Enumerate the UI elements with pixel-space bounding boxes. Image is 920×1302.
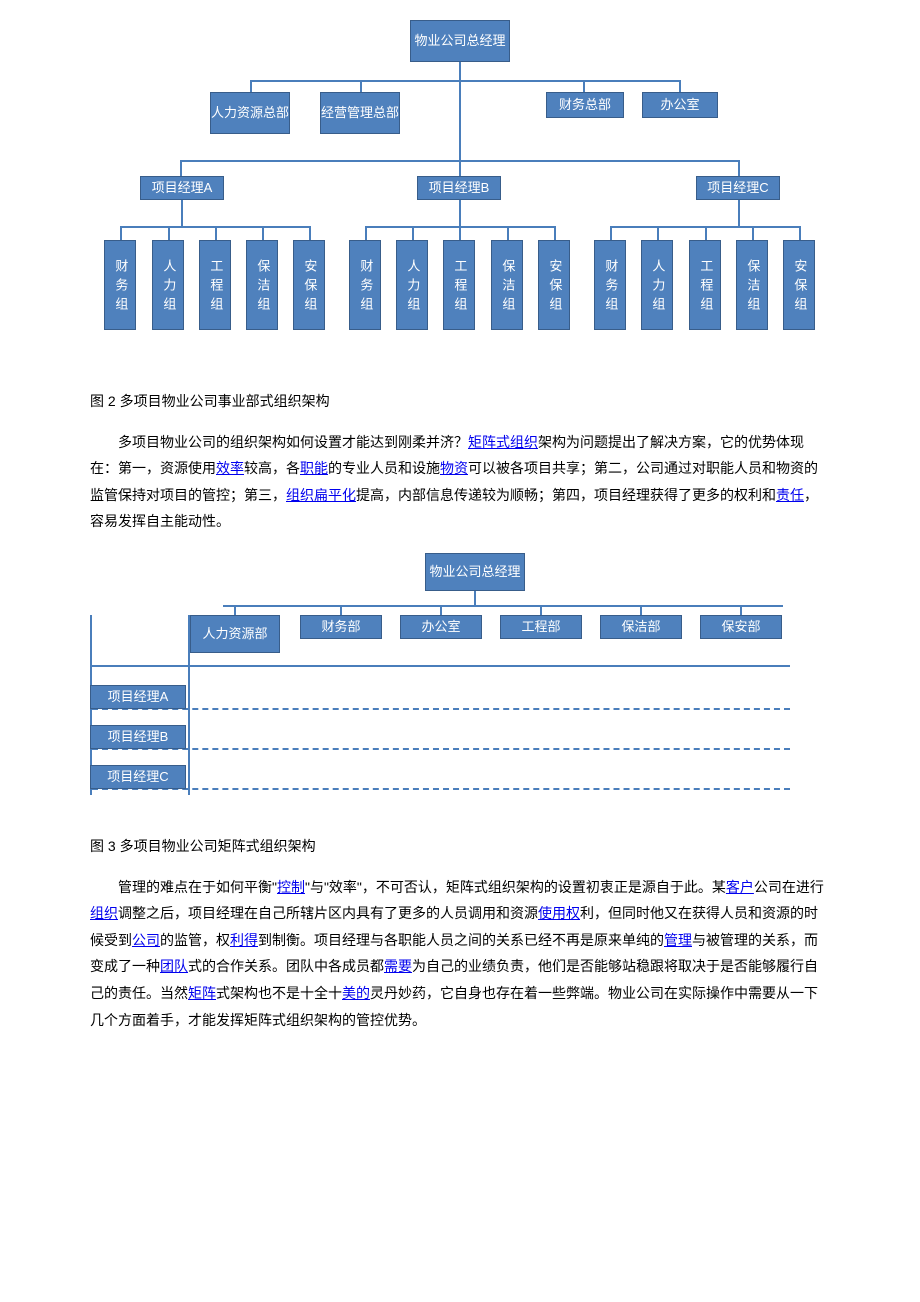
org-b-eng: 工程组	[443, 240, 475, 330]
figure3-matrixchart: 物业公司总经理 人力资源部 财务部 办公室 工程部 保洁部 保安部 项目经理A …	[90, 553, 830, 803]
link-management[interactable]: 管理	[664, 932, 692, 948]
link-team[interactable]: 团队	[160, 958, 188, 974]
figure3-caption: 图 3 多项目物业公司矩阵式组织架构	[90, 833, 830, 860]
org-ops: 经营管理总部	[320, 92, 400, 134]
org-finance: 财务总部	[546, 92, 624, 118]
org-b-sec: 安保组	[538, 240, 570, 330]
matrix-dept-clean: 保洁部	[600, 615, 682, 639]
link-flat-org[interactable]: 组织扁平化	[286, 487, 356, 503]
org-b-hr: 人力组	[396, 240, 428, 330]
matrix-pmA: 项目经理A	[90, 685, 186, 709]
link-duty[interactable]: 责任	[776, 487, 804, 503]
link-function[interactable]: 职能	[300, 460, 328, 476]
matrix-dept-finance: 财务部	[300, 615, 382, 639]
org-b-fin: 财务组	[349, 240, 381, 330]
matrix-dept-sec: 保安部	[700, 615, 782, 639]
org-a-clean: 保洁组	[246, 240, 278, 330]
link-mei[interactable]: 美的	[342, 985, 370, 1001]
org-a-hr: 人力组	[152, 240, 184, 330]
org-c-sec: 安保组	[783, 240, 815, 330]
link-customer[interactable]: 客户	[726, 879, 754, 895]
org-c-clean: 保洁组	[736, 240, 768, 330]
org-office: 办公室	[642, 92, 718, 118]
matrix-pmB: 项目经理B	[90, 725, 186, 749]
org-a-sec: 安保组	[293, 240, 325, 330]
org-c-hr: 人力组	[641, 240, 673, 330]
link-organization[interactable]: 组织	[90, 905, 118, 921]
paragraph-1: 多项目物业公司的组织架构如何设置才能达到刚柔并济？矩阵式组织架构为问题提出了解决…	[90, 429, 830, 535]
matrix-root: 物业公司总经理	[425, 553, 525, 591]
paragraph-2: 管理的难点在于如何平衡"控制"与"效率"，不可否认，矩阵式组织架构的设置初衷正是…	[90, 874, 830, 1034]
org-hr: 人力资源总部	[210, 92, 290, 134]
link-matrix2[interactable]: 矩阵	[188, 985, 216, 1001]
matrix-pmC: 项目经理C	[90, 765, 186, 789]
link-gain[interactable]: 利得	[230, 932, 258, 948]
figure2-caption: 图 2 多项目物业公司事业部式组织架构	[90, 388, 830, 415]
org-pmA: 项目经理A	[140, 176, 224, 200]
link-matrix-org[interactable]: 矩阵式组织	[468, 434, 538, 450]
link-company[interactable]: 公司	[132, 932, 160, 948]
org-pmC: 项目经理C	[696, 176, 780, 200]
link-control[interactable]: 控制	[277, 879, 305, 895]
matrix-dept-hr: 人力资源部	[190, 615, 280, 653]
matrix-dept-office: 办公室	[400, 615, 482, 639]
link-efficiency[interactable]: 效率	[216, 460, 244, 476]
org-pmB: 项目经理B	[417, 176, 501, 200]
link-need[interactable]: 需要	[384, 958, 412, 974]
matrix-dept-eng: 工程部	[500, 615, 582, 639]
org-a-fin: 财务组	[104, 240, 136, 330]
figure2-orgchart: 物业公司总经理 人力资源总部 经营管理总部 财务总部 办公室 项目经理A 项目经…	[90, 20, 830, 370]
org-b-clean: 保洁组	[491, 240, 523, 330]
org-c-fin: 财务组	[594, 240, 626, 330]
org-a-eng: 工程组	[199, 240, 231, 330]
org-c-eng: 工程组	[689, 240, 721, 330]
link-material[interactable]: 物资	[440, 460, 468, 476]
org-root: 物业公司总经理	[410, 20, 510, 62]
link-usage-right[interactable]: 使用权	[538, 905, 580, 921]
